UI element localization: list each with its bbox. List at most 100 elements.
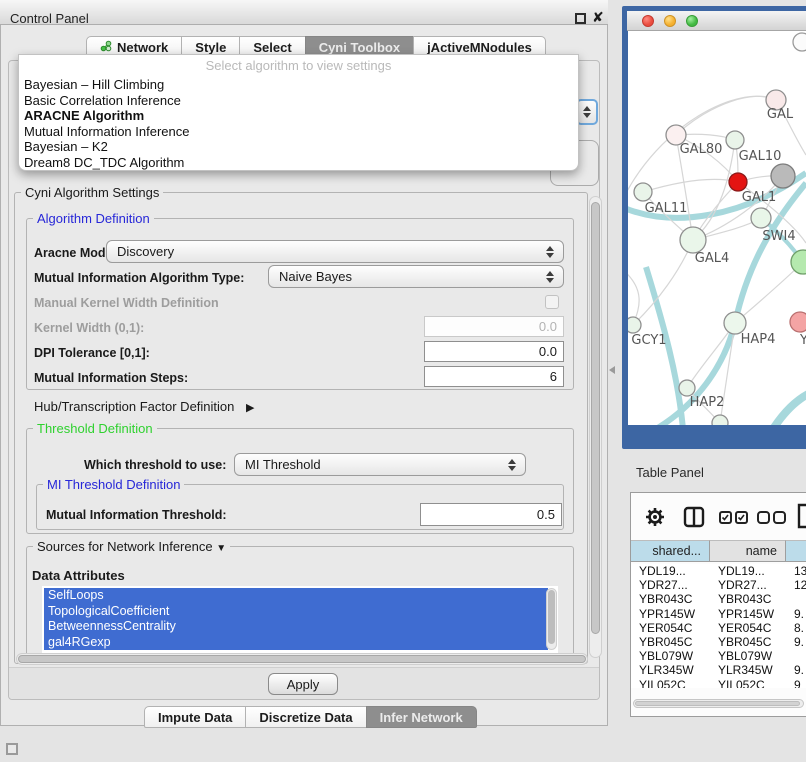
control-panel-titlebar[interactable]	[0, 0, 608, 25]
close-light-icon[interactable]	[642, 15, 654, 27]
algorithm-option[interactable]: Dream8 DC_TDC Algorithm	[19, 155, 578, 171]
network-node-gal1[interactable]	[729, 173, 747, 191]
sources-group-title[interactable]: Sources for Network Inference ▼	[33, 539, 230, 554]
network-node-y[interactable]	[790, 312, 806, 332]
bottom-tab-discretize-data[interactable]: Discretize Data	[245, 706, 366, 728]
algorithm-combobox-fragment[interactable]	[576, 99, 598, 125]
hub-expander[interactable]: Hub/Transcription Factor Definition ▶	[34, 399, 254, 414]
table-cell[interactable]: YPR145W	[710, 607, 786, 621]
hub-expander-label: Hub/Transcription Factor Definition	[34, 399, 234, 414]
network-node-label: SWI4	[762, 229, 795, 244]
data-attribute-item[interactable]: TopologicalCoefficient	[44, 604, 548, 620]
network-node[interactable]	[712, 415, 728, 425]
bottom-tab-infer-network[interactable]: Infer Network	[366, 706, 477, 728]
table-column-header[interactable]	[786, 540, 806, 562]
table-cell[interactable]: 13	[786, 564, 806, 578]
table-horizontal-scrollbar[interactable]	[633, 699, 804, 708]
table-cell[interactable]: YER054C	[631, 621, 710, 635]
table-cell[interactable]: 9.	[786, 635, 806, 649]
mi-threshold-input[interactable]: 0.5	[420, 503, 562, 526]
table-row[interactable]: YBL079WYBL079W	[631, 649, 806, 663]
network-node[interactable]	[771, 164, 795, 188]
network-canvas[interactable]: GALGAL80GAL10GAL1GAL11SWI4GAL4GCY1HAP4YH…	[628, 31, 806, 425]
table-cell[interactable]	[786, 592, 806, 606]
data-attribute-item[interactable]: gal4RGexp	[44, 635, 548, 651]
table-row[interactable]: YIL052CYIL052C9	[631, 678, 806, 689]
table-cell[interactable]: YIL052C	[631, 678, 710, 689]
table-cell[interactable]: YBR045C	[710, 635, 786, 649]
algorithm-dropdown-popup: Select algorithm to view settings Bayesi…	[18, 54, 579, 171]
table-cell[interactable]: 9	[786, 678, 806, 689]
algorithm-option[interactable]: Bayesian – K2	[19, 139, 578, 155]
float-panel-icon[interactable]	[6, 743, 18, 755]
algorithm-option[interactable]: ARACNE Algorithm	[19, 108, 578, 124]
column-selector-icon[interactable]	[683, 506, 705, 528]
apply-button[interactable]: Apply	[268, 673, 338, 695]
data-attribute-item[interactable]: BetweennessCentrality	[44, 619, 548, 635]
network-node[interactable]	[791, 250, 806, 274]
table-cell[interactable]: YBL079W	[710, 649, 786, 663]
table-cell[interactable]: YBL079W	[631, 649, 710, 663]
settings-vertical-scrollbar[interactable]	[589, 196, 602, 658]
table-row[interactable]: YPR145WYPR145W9.	[631, 607, 806, 621]
threshold-definition-title: Threshold Definition	[33, 421, 157, 436]
table-row[interactable]: YDR27...YDR27...12	[631, 578, 806, 592]
dpi-tolerance-input[interactable]: 0.0	[424, 341, 564, 362]
spinner-up-icon	[583, 106, 591, 111]
algorithm-option[interactable]: Bayesian – Hill Climbing	[19, 77, 578, 93]
mi-steps-input[interactable]: 6	[424, 366, 564, 387]
bottom-tab-impute-data[interactable]: Impute Data	[144, 706, 246, 728]
table-cell[interactable]: YBR043C	[710, 592, 786, 606]
new-table-icon[interactable]	[797, 503, 806, 529]
network-node-hap4[interactable]	[724, 312, 746, 334]
table-cell[interactable]: 9.	[786, 607, 806, 621]
settings-horizontal-scrollbar[interactable]	[16, 653, 588, 665]
table-cell[interactable]: YDL19...	[710, 564, 786, 578]
gear-icon[interactable]	[644, 506, 666, 528]
table-cell[interactable]: YPR145W	[631, 607, 710, 621]
select-all-checkbox-icon[interactable]	[719, 511, 751, 524]
table-cell[interactable]: YER054C	[710, 621, 786, 635]
which-threshold-combobox[interactable]: MI Threshold	[234, 453, 526, 476]
network-node[interactable]	[793, 33, 806, 51]
table-cell[interactable]: YDL19...	[631, 564, 710, 578]
table-column-header[interactable]: shared...	[631, 540, 710, 562]
table-cell[interactable]	[786, 649, 806, 663]
network-node-swi4[interactable]	[751, 208, 771, 228]
attributes-scrollbar[interactable]	[546, 588, 557, 650]
table-cell[interactable]: 9.	[786, 663, 806, 677]
zoom-light-icon[interactable]	[686, 15, 698, 27]
table-cell[interactable]: YIL052C	[710, 678, 786, 689]
table-cell[interactable]: 12	[786, 578, 806, 592]
data-attributes-list[interactable]: SelfLoopsTopologicalCoefficientBetweenne…	[42, 586, 558, 654]
table-cell[interactable]: YDR27...	[631, 578, 710, 592]
algorithm-option[interactable]: Mutual Information Inference	[19, 124, 578, 140]
network-node-gal10[interactable]	[726, 131, 744, 149]
float-window-icon[interactable]	[575, 13, 586, 24]
panel-resize-handle[interactable]	[609, 366, 615, 374]
combo-spinner-icon	[546, 246, 554, 258]
network-node-gcy1[interactable]	[628, 317, 641, 333]
table-cell[interactable]: YLR345W	[710, 663, 786, 677]
table-row[interactable]: YDL19...YDL19...13	[631, 564, 806, 578]
table-cell[interactable]: YDR27...	[710, 578, 786, 592]
algorithm-option[interactable]: Basic Correlation Inference	[19, 93, 578, 109]
aracne-mode-combobox[interactable]: Discovery	[106, 240, 564, 263]
table-cell[interactable]: YBR045C	[631, 635, 710, 649]
table-cell[interactable]: YLR345W	[631, 663, 710, 677]
table-column-header[interactable]: name	[710, 540, 786, 562]
close-icon[interactable]: ✘	[592, 9, 604, 26]
table-cell[interactable]: YBR043C	[631, 592, 710, 606]
network-node-hap2[interactable]	[679, 380, 695, 396]
table-row[interactable]: YER054CYER054C8.	[631, 621, 806, 635]
table-row[interactable]: YLR345WYLR345W9.	[631, 663, 806, 677]
table-cell[interactable]: 8.	[786, 621, 806, 635]
mi-algorithm-type-combobox[interactable]: Naive Bayes	[268, 265, 564, 288]
data-attribute-item[interactable]: SelfLoops	[44, 588, 548, 604]
network-node-gal11[interactable]	[634, 183, 652, 201]
table-row[interactable]: YBR045CYBR045C9.	[631, 635, 806, 649]
table-row[interactable]: YBR043CYBR043C	[631, 592, 806, 606]
minimize-light-icon[interactable]	[664, 15, 676, 27]
deselect-all-checkbox-icon[interactable]	[757, 511, 789, 524]
network-node-gal4[interactable]	[680, 227, 706, 253]
